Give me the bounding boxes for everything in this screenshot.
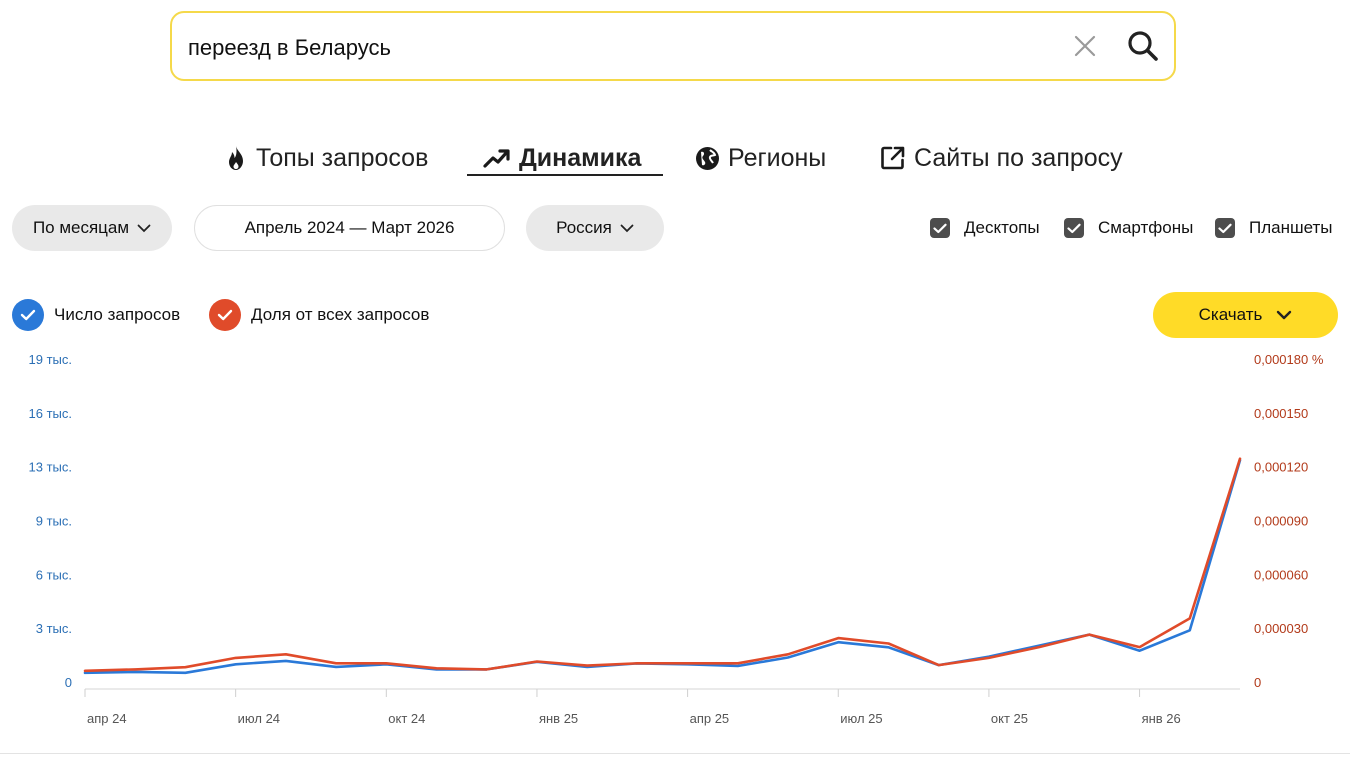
x-tick-label: апр 24 [87, 711, 127, 726]
x-tick-label: апр 25 [690, 711, 730, 726]
search-icon[interactable] [1126, 29, 1160, 63]
tab-regions[interactable]: Регионы [695, 138, 826, 178]
trend-up-icon [483, 149, 510, 168]
tab-label: Регионы [728, 143, 827, 172]
region-select[interactable]: Россия [526, 205, 664, 251]
date-range-label: Апрель 2024 — Март 2026 [244, 218, 455, 237]
checkbox-checked-icon[interactable] [1064, 218, 1084, 238]
flame-icon [229, 146, 243, 170]
checkbox-checked-icon[interactable] [930, 218, 950, 238]
y-right-tick-label: 0,000060 [1254, 567, 1308, 582]
tab-top-queries[interactable]: Топы запросов [224, 138, 428, 178]
checkbox-label: Смартфоны [1098, 218, 1194, 237]
y-left-tick-label: 9 тыс. [36, 514, 72, 529]
line-chart[interactable]: 0 3 тыс. 6 тыс. 9 тыс. 13 тыс. 16 тыс. 19 тыс.… [0, 340, 1350, 752]
check-circle-icon [209, 299, 241, 331]
divider [0, 753, 1350, 754]
globe-icon [696, 146, 719, 170]
legend-label: Число запросов [54, 305, 181, 324]
download-button[interactable]: Скачать [1153, 292, 1338, 338]
date-range-picker[interactable]: Апрель 2024 — Март 2026 [194, 205, 505, 251]
external-link-icon [881, 146, 905, 170]
region-label: Россия [556, 218, 612, 237]
legend-toggle-count[interactable]: Число запросов [12, 299, 180, 331]
y-left-tick-label: 3 тыс. [36, 621, 72, 636]
y-right-tick-label: 0,000030 [1254, 621, 1308, 636]
y-left-tick-label: 19 тыс. [29, 352, 72, 367]
active-tab-underline [467, 174, 663, 176]
checkbox-label: Десктопы [964, 218, 1040, 237]
check-circle-icon [12, 299, 44, 331]
clear-icon[interactable] [1072, 33, 1098, 59]
checkbox-checked-icon[interactable] [1215, 218, 1235, 238]
chevron-down-icon [137, 224, 151, 232]
x-tick-label: июл 25 [840, 711, 882, 726]
checkbox-label: Планшеты [1249, 218, 1333, 237]
tabs-bar: Топы запросов Динамика Регионы Сайты по … [0, 138, 1350, 182]
legend-label: Доля от всех запросов [251, 305, 430, 324]
series-line-share [83, 457, 1242, 673]
search-box[interactable]: переезд в Беларусь [170, 11, 1176, 81]
x-tick-label: янв 26 [1142, 711, 1181, 726]
y-right-tick-label: 0,000120 [1254, 460, 1308, 475]
tab-sites[interactable]: Сайты по запросу [880, 138, 1123, 178]
x-tick-label: июл 24 [238, 711, 280, 726]
period-label: По месяцам [32, 218, 130, 237]
checkbox-tablets[interactable]: Планшеты [1215, 218, 1333, 238]
x-tick-label: янв 25 [539, 711, 578, 726]
tab-label: Сайты по запросу [914, 143, 1123, 172]
checkbox-desktops[interactable]: Десктопы [930, 218, 1040, 238]
tab-label: Топы запросов [256, 143, 429, 172]
y-left-tick-label: 0 [65, 675, 72, 690]
tab-dynamics[interactable]: Динамика [483, 138, 641, 178]
y-left-tick-label: 6 тыс. [36, 567, 72, 582]
x-tick-label: окт 25 [991, 711, 1028, 726]
y-right-tick-label: 0,000180 % [1254, 352, 1324, 367]
search-input[interactable]: переезд в Беларусь [188, 35, 391, 61]
x-tick-label: окт 24 [388, 711, 425, 726]
y-left-tick-label: 13 тыс. [29, 460, 72, 475]
tab-label: Динамика [519, 143, 642, 172]
y-right-tick-label: 0,000150 [1254, 406, 1308, 421]
y-right-tick-label: 0 [1254, 675, 1261, 690]
chevron-down-icon [1277, 310, 1292, 320]
y-right-tick-label: 0,000090 [1254, 514, 1308, 529]
legend-toggle-share[interactable]: Доля от всех запросов [209, 299, 429, 331]
download-label: Скачать [1198, 305, 1263, 324]
period-select[interactable]: По месяцам [12, 205, 172, 251]
checkbox-smartphones[interactable]: Смартфоны [1064, 218, 1193, 238]
chevron-down-icon [620, 224, 634, 232]
y-left-tick-label: 16 тыс. [29, 406, 72, 421]
